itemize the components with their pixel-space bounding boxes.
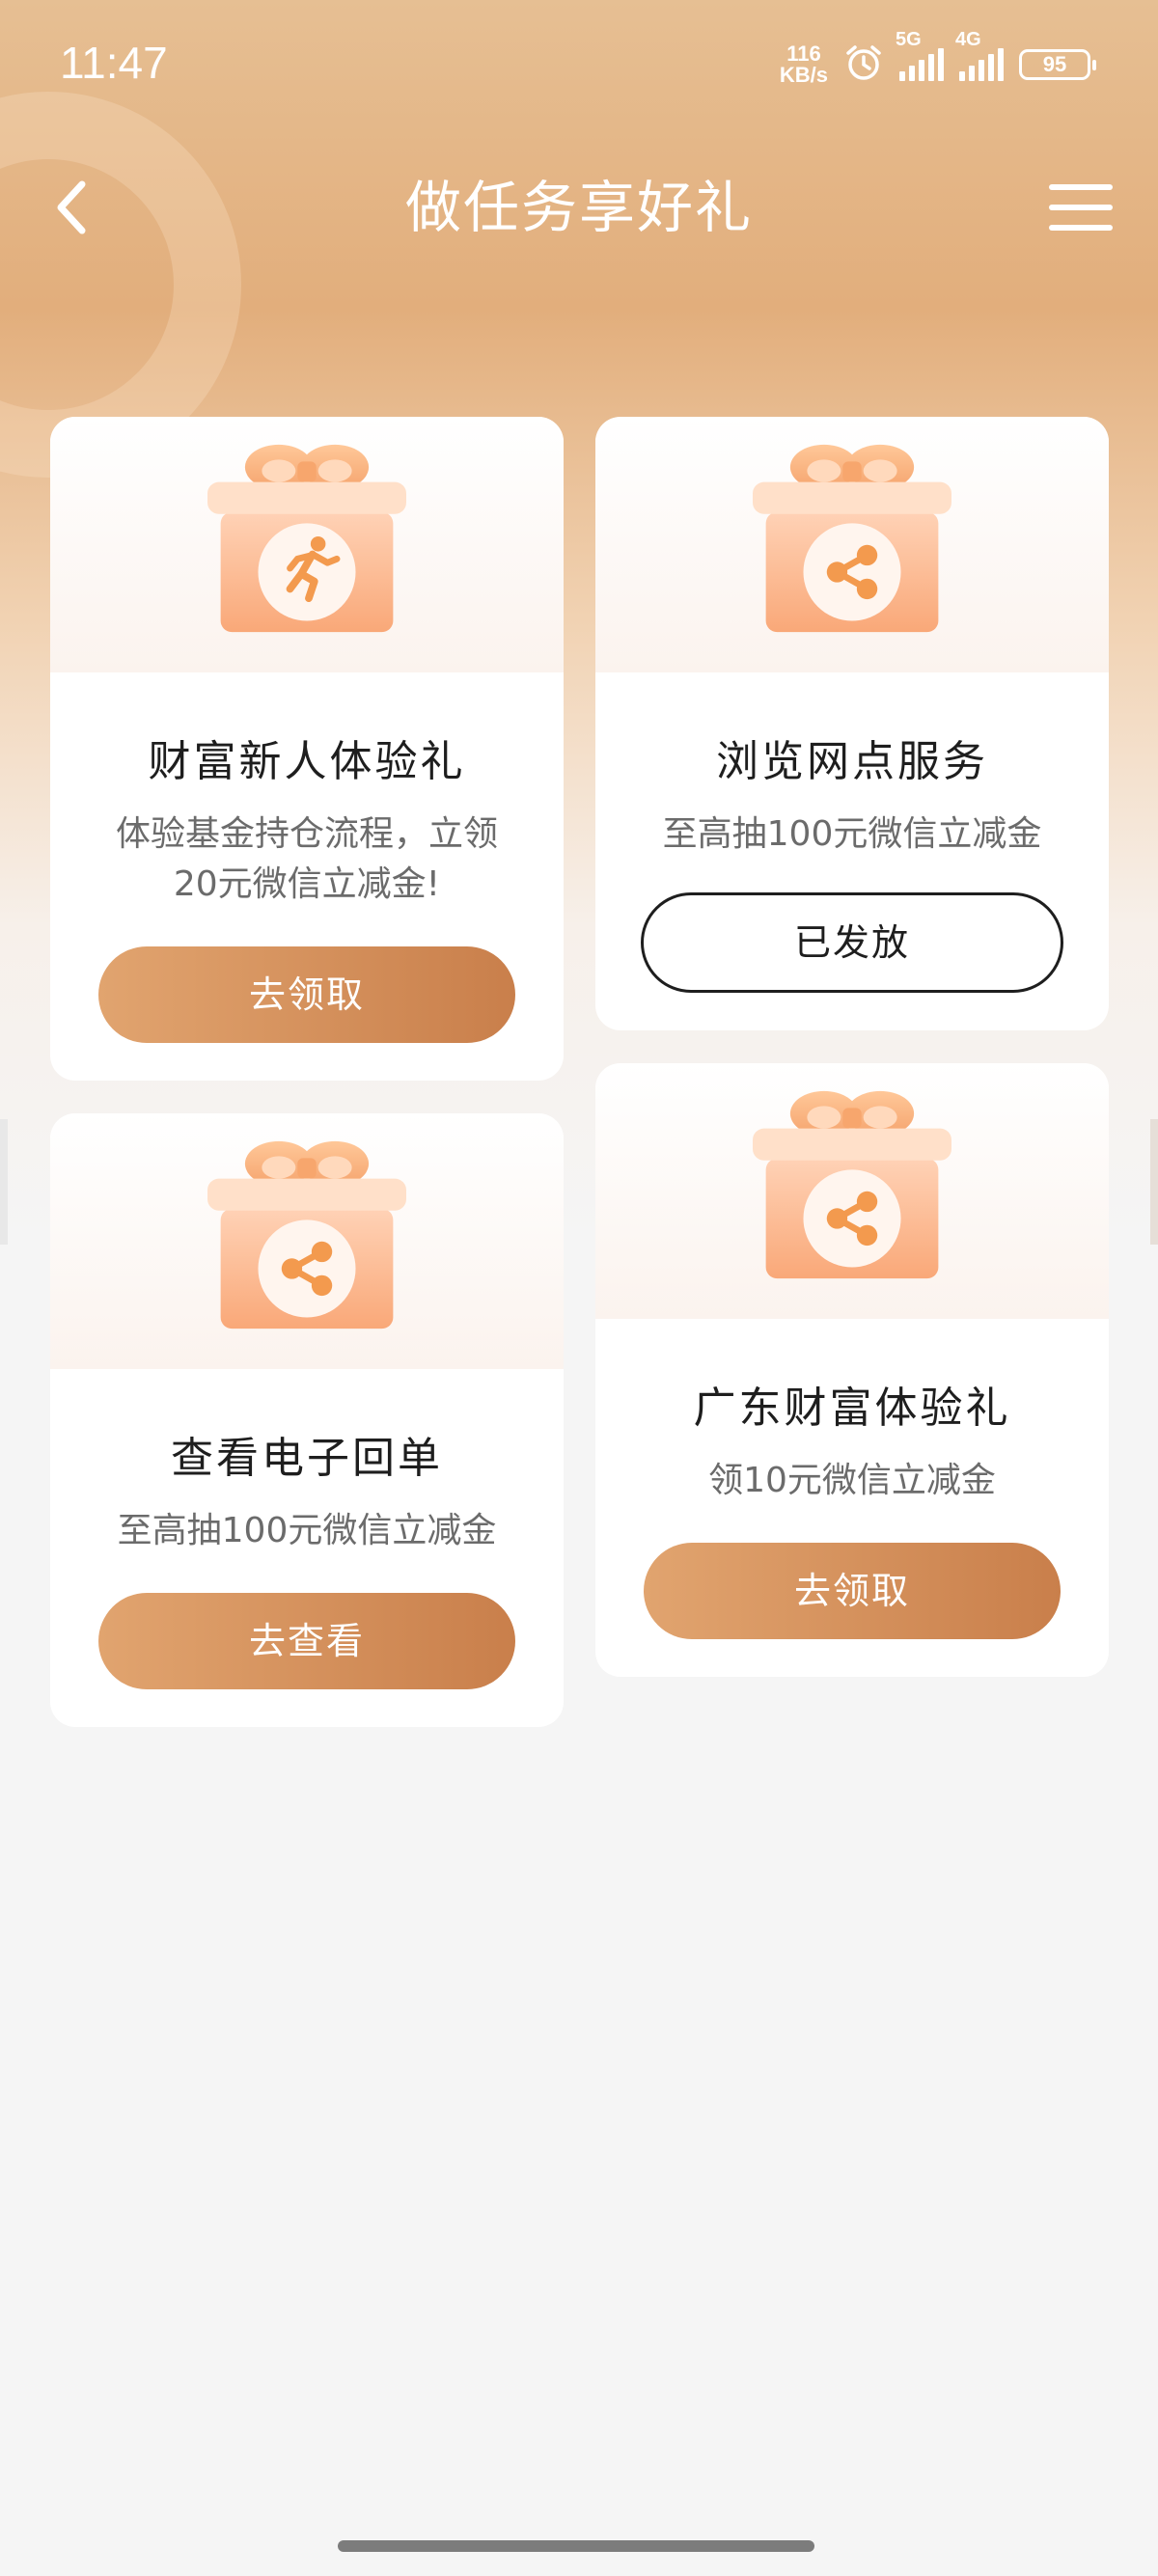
task-card-e-receipt: 查看电子回单 至高抽100元微信立减金 去查看: [50, 1113, 564, 1727]
side-handle-left: [0, 1119, 8, 1245]
alarm-icon: [843, 42, 884, 87]
task-title: 广东财富体验礼: [693, 1384, 1011, 1433]
gift-box-icon: [204, 439, 410, 636]
issued-button[interactable]: 已发放: [641, 892, 1063, 993]
signal-4g-icon: 4G: [955, 29, 1004, 81]
signal-5g-label: 5G: [896, 29, 922, 50]
side-handle-right: [1150, 1119, 1158, 1245]
network-speed-unit: KB/s: [779, 63, 828, 87]
card-illustration: [595, 417, 1109, 672]
claim-button[interactable]: 去领取: [98, 946, 515, 1043]
task-description: 至高抽100元微信立减金: [117, 1511, 497, 1550]
view-button[interactable]: 去查看: [98, 1593, 515, 1689]
menu-button[interactable]: [1042, 174, 1119, 241]
network-speed: 116 KB/s: [780, 43, 828, 86]
status-time: 11:47: [60, 38, 168, 88]
task-description: 至高抽100元微信立减金: [662, 814, 1042, 854]
hamburger-menu-icon: [1049, 184, 1113, 231]
card-illustration: [595, 1063, 1109, 1319]
task-card-newcomer: 财富新人体验礼 体验基金持仓流程，立领20元微信立减金! 去领取: [50, 417, 564, 1081]
task-title: 浏览网点服务: [716, 737, 988, 786]
task-card-guangdong-wealth: 广东财富体验礼 领10元微信立减金 去领取: [595, 1063, 1109, 1677]
card-illustration: [50, 417, 564, 672]
claim-button[interactable]: 去领取: [644, 1543, 1061, 1639]
page-title: 做任务享好礼: [404, 175, 753, 240]
card-illustration: [50, 1113, 564, 1369]
gift-box-icon: [749, 439, 955, 636]
battery-icon: 95: [1019, 49, 1096, 80]
home-indicator[interactable]: [338, 2540, 814, 2552]
signal-5g-icon: 5G: [896, 29, 944, 81]
network-speed-value: 116: [786, 41, 821, 66]
task-description: 领10元微信立减金: [708, 1461, 996, 1500]
task-title: 财富新人体验礼: [148, 737, 466, 786]
gift-box-icon: [749, 1085, 955, 1282]
status-bar: 11:47 116 KB/s 5G 4G 95: [0, 0, 1158, 125]
signal-4g-label: 4G: [955, 29, 981, 50]
page-header: 做任务享好礼: [0, 154, 1158, 260]
task-card-browse-branch: 浏览网点服务 至高抽100元微信立减金 已发放: [595, 417, 1109, 1030]
task-description: 体验基金持仓流程，立领20元微信立减金!: [115, 814, 498, 904]
status-indicators: 116 KB/s 5G 4G 95: [780, 29, 1096, 89]
gift-box-icon: [204, 1136, 410, 1332]
task-title: 查看电子回单: [171, 1434, 443, 1483]
